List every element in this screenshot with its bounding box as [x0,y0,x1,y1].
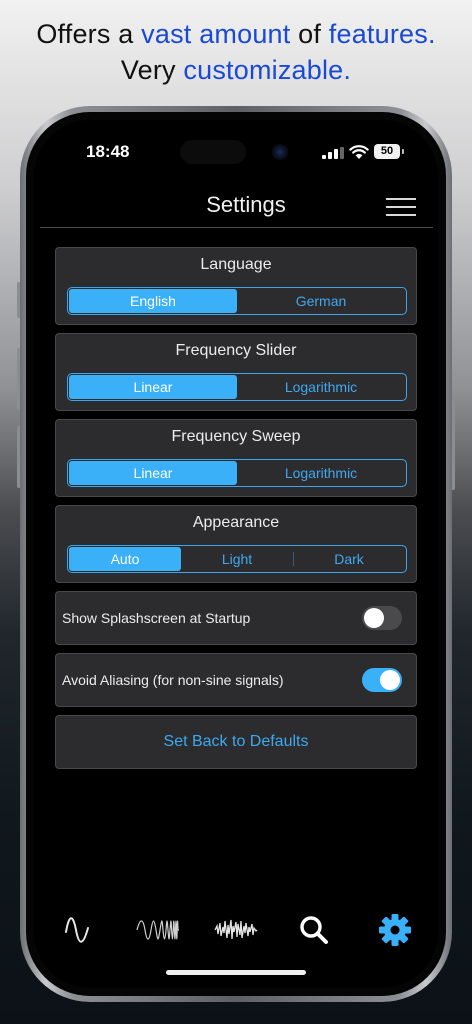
frequency-sweep-title: Frequency Sweep [171,428,301,445]
wifi-icon [349,145,369,159]
promo-headline: Offers a vast amount of features. Very c… [0,16,472,88]
sine-wave-icon[interactable] [64,912,90,948]
appearance-segmented-control: Auto Light Dark [67,545,407,573]
promo-text: of [290,19,329,49]
toggle-knob [380,670,400,690]
aliasing-toggle[interactable] [362,668,402,692]
appearance-option-light[interactable]: Light [181,547,293,571]
frequency-slider-card: Frequency Slider Linear Logarithmic [55,333,417,411]
frequency-sweep-option-linear[interactable]: Linear [69,461,237,485]
noise-waveform-icon[interactable] [214,912,258,948]
frequency-slider-option-logarithmic[interactable]: Logarithmic [237,375,405,399]
language-title: Language [200,256,272,273]
search-icon[interactable] [298,912,330,948]
promo-text: Offers a [36,19,142,49]
phone-screen: 18:48 50 Settings Language English Germa… [34,120,438,988]
language-option-english[interactable]: English [69,289,237,313]
promo-highlight: customizable. [183,55,352,85]
aliasing-card: Avoid Aliasing (for non-sine signals) [55,653,417,707]
promo-highlight: features. [328,19,436,49]
appearance-title: Appearance [192,514,280,531]
toggle-knob [364,608,384,628]
frequency-slider-title: Frequency Slider [175,342,297,359]
appearance-option-dark[interactable]: Dark [293,547,405,571]
gear-icon[interactable] [378,912,412,948]
splashscreen-card: Show Splashscreen at Startup [55,591,417,645]
promo-text: Very [120,55,184,85]
battery-tip [402,149,404,154]
splashscreen-toggle[interactable] [362,606,402,630]
frequency-sweep-segmented-control: Linear Logarithmic [67,459,407,487]
frequency-sweep-card: Frequency Sweep Linear Logarithmic [55,419,417,497]
app-store-screenshot: Offers a vast amount of features. Very c… [0,0,472,1024]
frequency-sweep-option-logarithmic[interactable]: Logarithmic [237,461,405,485]
aliasing-label: Avoid Aliasing (for non-sine signals) [62,672,284,688]
home-indicator[interactable] [166,970,306,975]
appearance-card: Appearance Auto Light Dark [55,505,417,583]
promo-headline-line-2: Very customizable. [0,52,472,88]
frequency-slider-option-linear[interactable]: Linear [69,375,237,399]
splashscreen-label: Show Splashscreen at Startup [62,610,251,626]
page-title: Settings [206,192,286,217]
language-segmented-control: English German [67,287,407,315]
promo-highlight: vast amount [141,19,291,49]
language-card: Language English German [55,247,417,325]
front-camera [272,144,288,160]
reset-card: Set Back to Defaults [55,715,417,769]
frequency-sweep-icon[interactable] [136,912,180,948]
appearance-option-auto[interactable]: Auto [69,547,181,571]
promo-headline-line-1: Offers a vast amount of features. [0,16,472,52]
battery-icon: 50 [374,144,400,159]
dynamic-island [180,140,246,164]
tab-bar [34,906,438,954]
status-time: 18:48 [86,142,130,161]
cellular-signal-icon [322,147,344,159]
hamburger-menu-icon[interactable] [386,196,418,218]
frequency-slider-segmented-control: Linear Logarithmic [67,373,407,401]
set-back-to-defaults-button[interactable]: Set Back to Defaults [56,716,416,768]
language-option-german[interactable]: German [237,289,405,313]
nav-divider [40,227,433,228]
